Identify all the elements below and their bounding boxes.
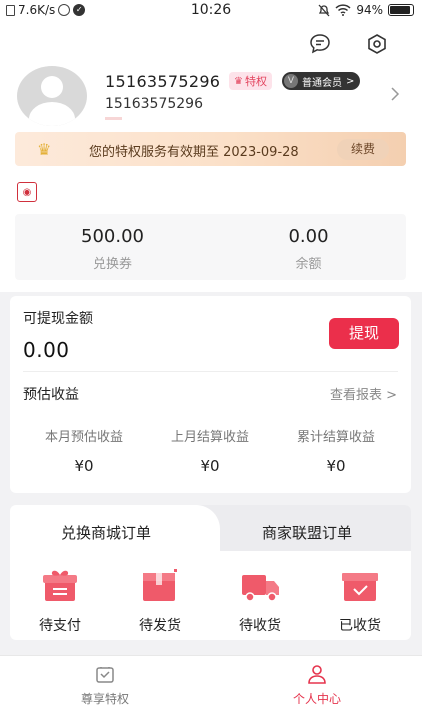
earnings-card: 可提现金额 0.00 提现 预估收益 查看报表 > 本月预估收益 ¥0 上月结算… — [10, 296, 411, 493]
orders-card: 兑换商城订单 商家联盟订单 待支付 待发货 待收货 已收货 — [10, 505, 411, 640]
status-right: 94% — [318, 3, 414, 17]
order-pending-receipt[interactable]: 待收货 — [220, 569, 300, 635]
nav-item-profile[interactable]: 个人中心 — [267, 664, 367, 707]
withdraw-button[interactable]: 提现 — [329, 318, 399, 349]
earn-column-value: ¥0 — [326, 457, 346, 475]
vip-expiry-bar: ♛ 您的特权服务有效期至 2023-09-28 续费 — [15, 132, 406, 166]
status-bar: 7.6K/s ✓ 10:26 94% — [0, 0, 422, 22]
avatar[interactable] — [17, 66, 87, 126]
earn-column-last-month: 上月结算收益 ¥0 — [150, 426, 270, 475]
user-phone: 15163575296 — [105, 72, 221, 91]
member-level-badge[interactable]: V 普通会员 > — [282, 72, 361, 90]
tab-merchant-orders[interactable]: 商家联盟订单 — [262, 522, 352, 543]
order-pending-payment[interactable]: 待支付 — [20, 569, 100, 635]
order-pending-shipment[interactable]: 待发货 — [120, 569, 200, 635]
privilege-bag-icon — [96, 667, 114, 683]
voucher-value: 500.00 — [81, 226, 144, 247]
earn-column-label: 累计结算收益 — [296, 430, 375, 445]
divider — [23, 371, 398, 372]
crown-icon: ♛ — [37, 140, 52, 159]
order-label: 已收货 — [339, 618, 381, 634]
privilege-badge: ♛ 特权 — [229, 72, 272, 90]
battery-percent: 94% — [356, 3, 383, 17]
gift-box-icon — [43, 570, 77, 601]
top-actions — [309, 33, 388, 55]
bottom-nav: 尊享特权 个人中心 — [0, 655, 422, 707]
mute-bell-icon — [318, 4, 330, 16]
nav-label: 个人中心 — [292, 692, 341, 706]
earn-column-label: 本月预估收益 — [44, 430, 123, 445]
profile-chevron-right-icon[interactable] — [390, 86, 400, 107]
member-chevron-icon: > — [346, 75, 355, 87]
order-received[interactable]: 已收货 — [320, 569, 400, 635]
order-label: 待支付 — [39, 618, 81, 634]
privilege-badge-label: 特权 — [244, 75, 267, 88]
user-nickname: 15163575296 — [105, 96, 203, 112]
order-label: 待发货 — [139, 618, 181, 634]
withdrawable-amount: 0.00 — [23, 338, 70, 362]
message-icon[interactable] — [309, 33, 331, 55]
view-report-link[interactable]: 查看报表 > — [330, 384, 397, 403]
member-v-icon: V — [284, 74, 298, 88]
voucher-label: 兑换券 — [92, 257, 132, 272]
balance-value: 0.00 — [288, 226, 329, 247]
withdrawable-title: 可提现金额 — [23, 311, 93, 327]
earn-column-value: ¥0 — [74, 457, 94, 475]
balance-label: 余额 — [295, 257, 322, 272]
order-label: 待收货 — [239, 618, 281, 634]
received-box-icon — [342, 573, 378, 601]
earn-column-month: 本月预估收益 ¥0 — [24, 426, 144, 475]
member-level-label: 普通会员 — [302, 77, 342, 89]
renew-button[interactable]: 续费 — [337, 139, 389, 160]
balance-card: 500.00 兑换券 0.00 余额 — [15, 214, 406, 280]
earn-column-value: ¥0 — [200, 457, 220, 475]
earn-column-total: 累计结算收益 ¥0 — [276, 426, 396, 475]
user-icon — [308, 665, 326, 684]
vip-expiry-text: 您的特权服务有效期至 2023-09-28 — [89, 145, 299, 160]
app-screen: 7.6K/s ✓ 10:26 94% 15163575296 ♛ 特权 V 普通… — [0, 0, 422, 707]
balance-stat[interactable]: 0.00 余额 — [211, 226, 406, 272]
delivery-truck-icon — [242, 575, 279, 602]
estimated-earnings-title: 预估收益 — [23, 387, 79, 403]
nickname-underline — [105, 117, 122, 120]
nav-label: 尊享特权 — [80, 692, 129, 706]
wifi-icon — [335, 4, 351, 16]
nav-item-privilege[interactable]: 尊享特权 — [55, 664, 155, 707]
crown-icon: ♛ — [234, 75, 243, 87]
earn-column-label: 上月结算收益 — [170, 430, 249, 445]
tab-mall-orders[interactable]: 兑换商城订单 — [61, 522, 151, 543]
settings-icon[interactable] — [366, 33, 388, 55]
battery-icon — [388, 4, 414, 16]
brand-logo-icon: ◉ — [17, 182, 37, 202]
package-icon — [143, 569, 177, 601]
voucher-stat[interactable]: 500.00 兑换券 — [15, 226, 210, 272]
